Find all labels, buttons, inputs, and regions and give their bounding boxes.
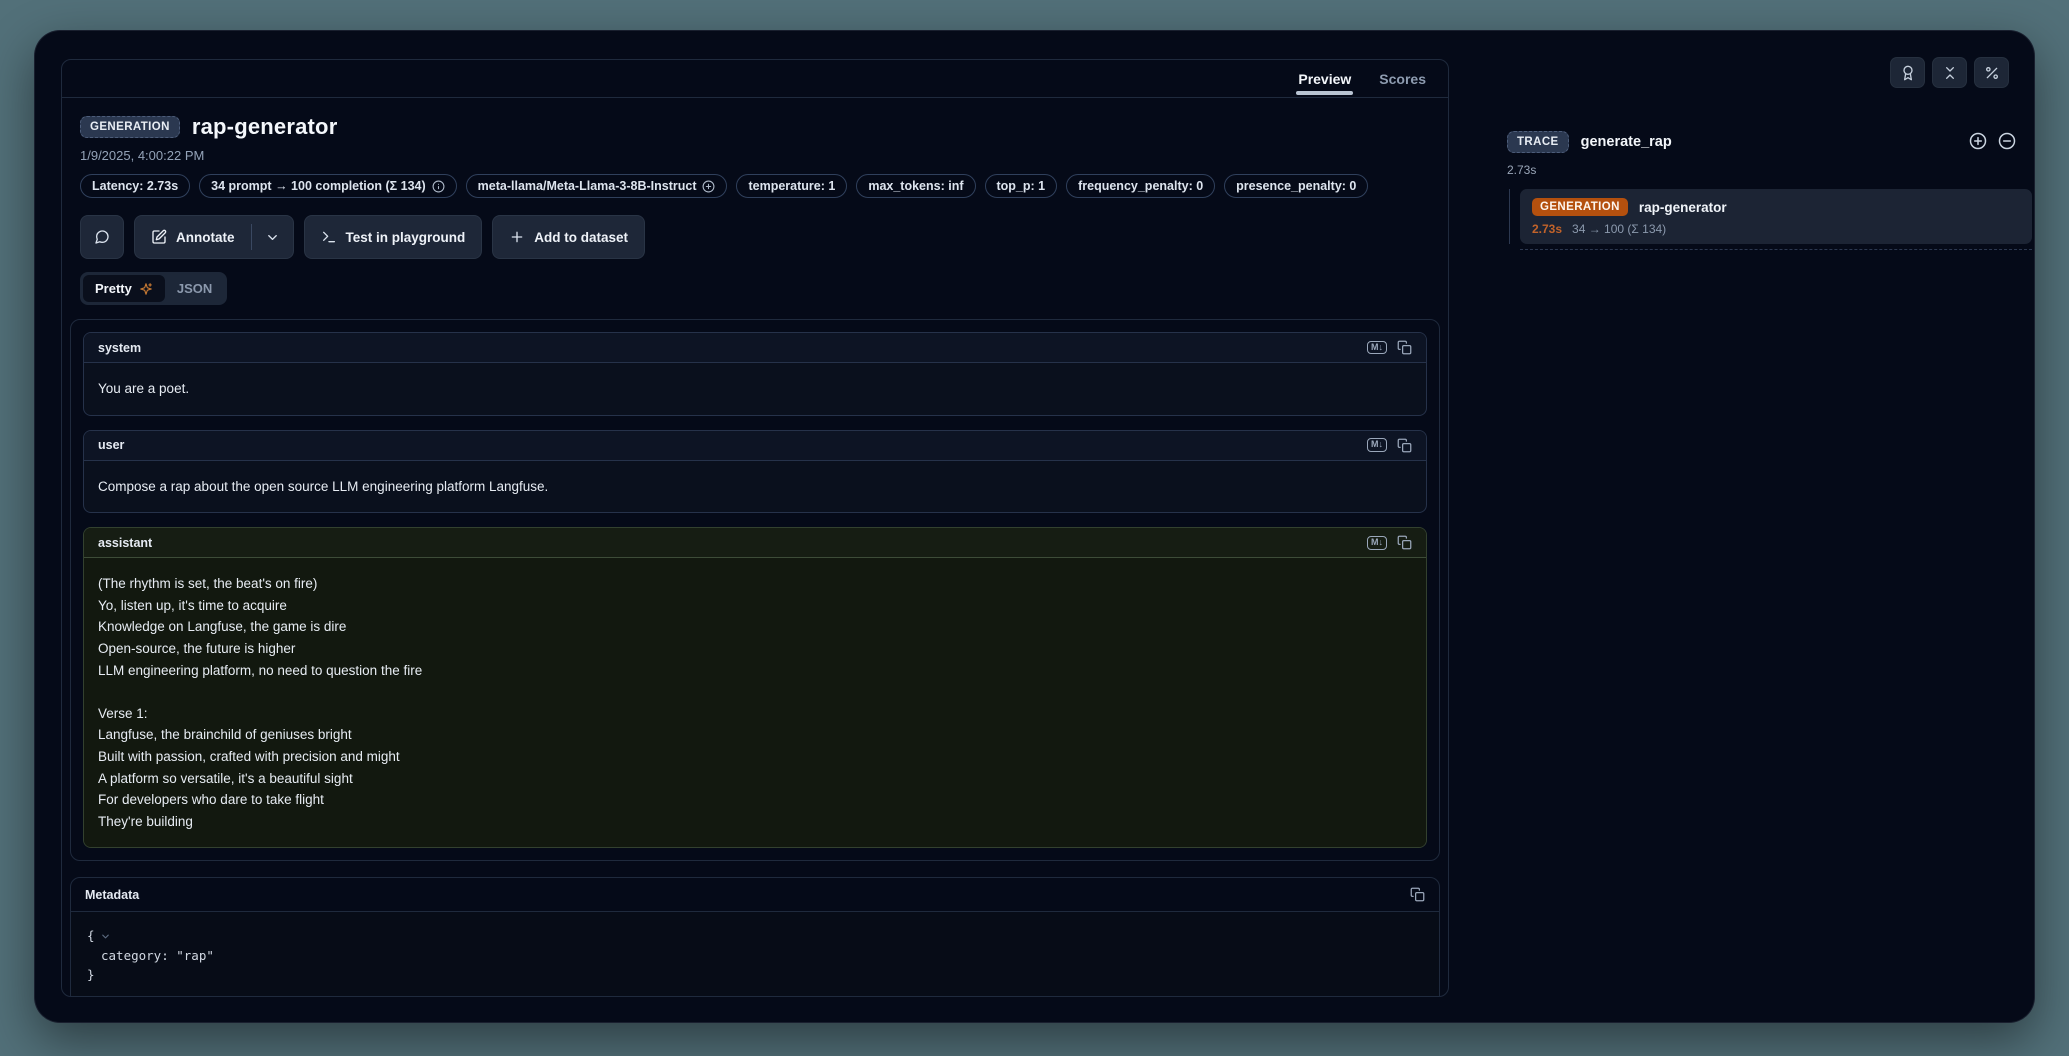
tree-node-rap-generator[interactable]: GENERATION rap-generator 2.73s 34 → 100 … <box>1520 189 2032 244</box>
plus-icon <box>509 229 525 245</box>
add-to-dataset-label: Add to dataset <box>534 230 628 245</box>
markdown-toggle-button[interactable]: M↓ <box>1367 536 1387 550</box>
message-assistant: assistant M↓ (The rhythm is set, the bea… <box>83 527 1427 848</box>
chevrons-collapse-icon <box>1942 65 1958 81</box>
test-in-playground-button[interactable]: Test in playground <box>304 215 483 259</box>
preview-tabbar: Preview Scores <box>62 60 1448 98</box>
role-label-assistant: assistant <box>98 536 152 550</box>
observation-title: rap-generator <box>192 114 338 140</box>
node-name: rap-generator <box>1639 200 1727 215</box>
role-label-user: user <box>98 438 124 452</box>
expand-all-button[interactable] <box>1968 131 1988 151</box>
chip-latency-label: Latency: 2.73s <box>92 179 178 193</box>
message-system: system M↓ You are a poet. <box>83 332 1427 416</box>
chip-frequency-penalty[interactable]: frequency_penalty: 0 <box>1066 174 1215 198</box>
trace-type-badge: TRACE <box>1507 131 1569 153</box>
chat-bubble-icon <box>94 229 110 245</box>
message-user: user M↓ Compose a rap about the open sou… <box>83 430 1427 514</box>
node-generation-badge: GENERATION <box>1532 198 1628 216</box>
app-window: Preview Scores GENERATION rap-generator … <box>34 30 2035 1023</box>
tab-preview[interactable]: Preview <box>1284 60 1365 97</box>
trace-tree: GENERATION rap-generator 2.73s 34 → 100 … <box>1507 189 2035 244</box>
award-icon <box>1900 65 1916 81</box>
annotate-dropdown-button[interactable] <box>252 216 293 258</box>
copy-button[interactable] <box>1397 438 1412 453</box>
chip-presence-penalty-label: presence_penalty: 0 <box>1236 179 1356 193</box>
pretty-view-tab[interactable]: Pretty <box>83 275 165 302</box>
collapse-panel-button[interactable] <box>1932 57 1967 88</box>
circle-plus-icon <box>702 180 715 193</box>
chip-temperature[interactable]: temperature: 1 <box>736 174 847 198</box>
percent-icon <box>1984 65 2000 81</box>
message-content-user: Compose a rap about the open source LLM … <box>84 461 1426 513</box>
tree-guide-line <box>1509 189 1510 244</box>
metadata-panel: Metadata { category: <box>70 877 1440 996</box>
collapse-all-button[interactable] <box>1997 131 2017 151</box>
tree-actions <box>1968 131 2017 151</box>
terminal-icon <box>321 229 337 245</box>
chip-max-tokens[interactable]: max_tokens: inf <box>856 174 975 198</box>
annotate-label: Annotate <box>176 230 235 245</box>
generation-type-badge: GENERATION <box>80 116 180 138</box>
annotate-award-button[interactable] <box>1890 57 1925 88</box>
node-token-usage: 34 → 100 (Σ 134) <box>1572 222 1666 236</box>
observation-header: GENERATION rap-generator 1/9/2025, 4:00:… <box>70 114 1440 305</box>
markdown-toggle-button[interactable]: M↓ <box>1367 341 1387 355</box>
action-toolbar: Annotate Test in playgroun <box>80 215 1430 259</box>
chip-top-p-label: top_p: 1 <box>997 179 1046 193</box>
tab-preview-label: Preview <box>1298 71 1351 87</box>
add-to-dataset-button[interactable]: Add to dataset <box>492 215 645 259</box>
collapse-json-chevron-icon[interactable] <box>100 931 111 942</box>
metadata-json: { category: "rap" } <box>71 912 1439 996</box>
chip-tokens-label: 34 prompt → 100 completion (Σ 134) <box>211 179 426 193</box>
trace-tree-sidebar: TRACE generate_rap 2.73s GENERATION rap-… <box>1507 31 2035 1022</box>
observation-chips: Latency: 2.73s 34 prompt → 100 completio… <box>80 174 1430 198</box>
node-latency: 2.73s <box>1532 222 1562 236</box>
view-toggle: Pretty JSON <box>80 272 227 305</box>
scores-percent-button[interactable] <box>1974 57 2009 88</box>
chip-presence-penalty[interactable]: presence_penalty: 0 <box>1224 174 1368 198</box>
json-view-tab[interactable]: JSON <box>165 275 224 302</box>
tab-scores[interactable]: Scores <box>1365 60 1440 97</box>
edit-pencil-icon <box>151 229 167 245</box>
chip-model-label: meta-llama/Meta-Llama-3-8B-Instruct <box>478 179 697 193</box>
chip-temperature-label: temperature: 1 <box>748 179 835 193</box>
chip-top-p[interactable]: top_p: 1 <box>985 174 1058 198</box>
tab-scores-label: Scores <box>1379 71 1426 87</box>
annotate-split-button: Annotate <box>134 215 294 259</box>
window-actions <box>1890 57 2009 88</box>
chip-max-tokens-label: max_tokens: inf <box>868 179 963 193</box>
chip-latency[interactable]: Latency: 2.73s <box>80 174 190 198</box>
messages-container: system M↓ You are a poet. user <box>70 319 1440 861</box>
markdown-toggle-button[interactable]: M↓ <box>1367 438 1387 452</box>
chip-model[interactable]: meta-llama/Meta-Llama-3-8B-Instruct <box>466 174 728 198</box>
metadata-open-brace: { <box>87 926 95 945</box>
info-icon <box>432 180 445 193</box>
tree-separator <box>1520 249 2032 250</box>
json-label: JSON <box>177 281 212 296</box>
chevron-down-icon <box>265 230 280 245</box>
metadata-title: Metadata <box>85 888 139 902</box>
copy-button[interactable] <box>1410 887 1425 902</box>
trace-name: generate_rap <box>1581 134 1672 150</box>
pretty-label: Pretty <box>95 281 132 296</box>
copy-button[interactable] <box>1397 535 1412 550</box>
chip-tokens[interactable]: 34 prompt → 100 completion (Σ 134) <box>199 174 457 198</box>
sparkles-icon <box>139 282 153 296</box>
metadata-entry: category: "rap" <box>101 946 214 965</box>
chip-frequency-penalty-label: frequency_penalty: 0 <box>1078 179 1203 193</box>
annotate-button[interactable]: Annotate <box>135 216 251 258</box>
trace-latency: 2.73s <box>1507 163 2035 177</box>
message-content-assistant: (The rhythm is set, the beat's on fire) … <box>84 558 1426 847</box>
observation-content: GENERATION rap-generator 1/9/2025, 4:00:… <box>62 98 1448 996</box>
test-in-playground-label: Test in playground <box>346 230 466 245</box>
message-content-system: You are a poet. <box>84 363 1426 415</box>
metadata-close-brace: } <box>87 965 95 984</box>
observation-preview-card: Preview Scores GENERATION rap-generator … <box>61 59 1449 997</box>
copy-button[interactable] <box>1397 340 1412 355</box>
comments-button[interactable] <box>80 215 124 259</box>
role-label-system: system <box>98 341 141 355</box>
observation-timestamp: 1/9/2025, 4:00:22 PM <box>80 148 1430 163</box>
